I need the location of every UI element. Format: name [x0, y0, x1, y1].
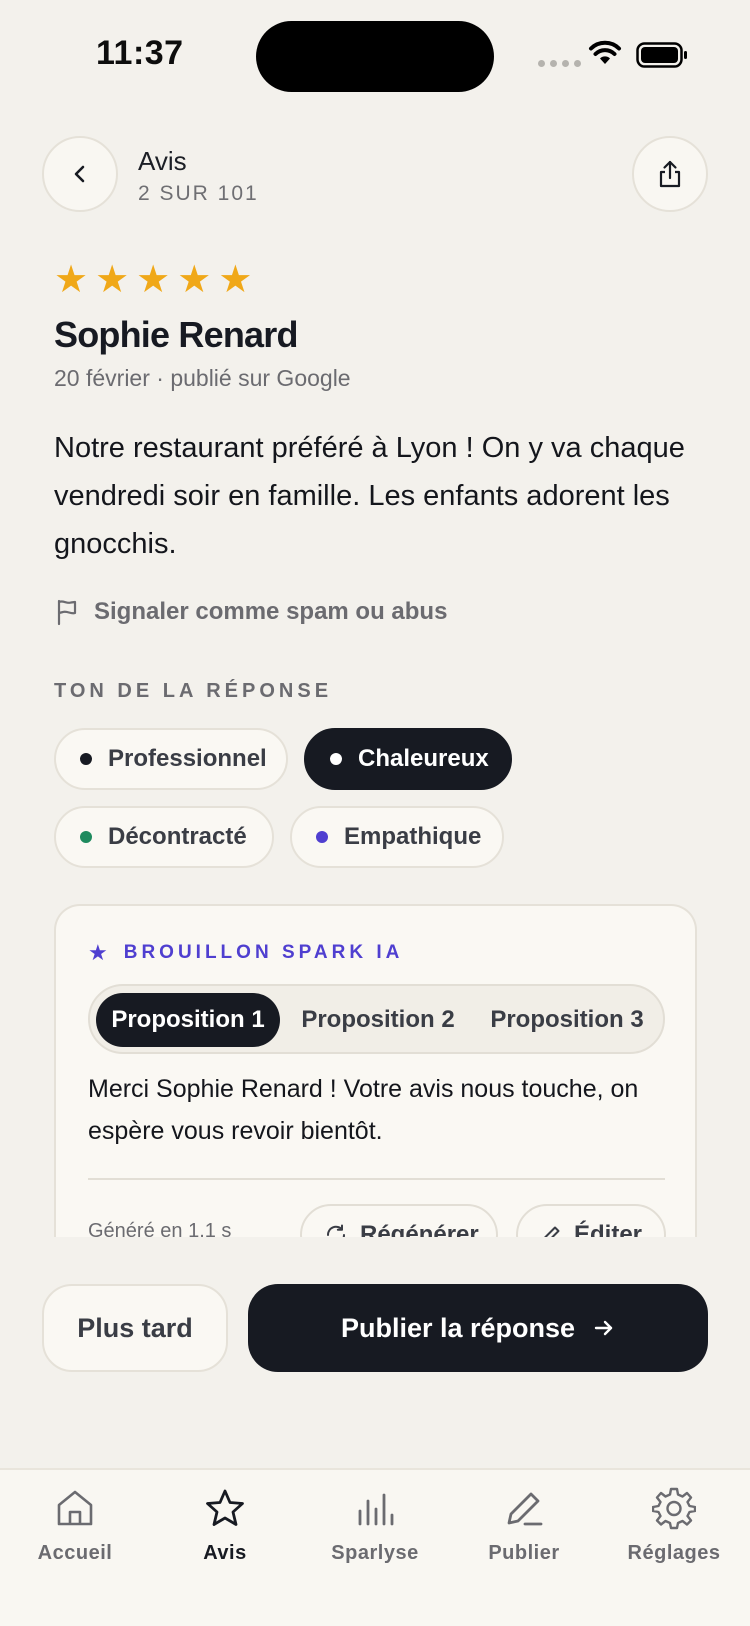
review-position: 2 SUR 101: [138, 182, 259, 205]
bar-chart-icon: [358, 1493, 394, 1526]
tone-pill-decontracte[interactable]: Décontracté: [54, 806, 274, 868]
tab-label: Avis: [203, 1542, 247, 1564]
tab-label: Sparlyse: [331, 1542, 419, 1564]
star-icon: ★: [177, 259, 212, 301]
tab-label: Publier: [488, 1542, 560, 1564]
draft-text[interactable]: Merci Sophie Renard ! Votre avis nous to…: [88, 1068, 668, 1152]
status-bar: 11:37: [0, 0, 750, 110]
star-icon: ★: [95, 259, 130, 301]
share-button[interactable]: [632, 136, 708, 212]
sparkle-star-icon: ★: [88, 940, 112, 965]
review-meta: 20 février · publié sur Google: [54, 365, 351, 391]
tab-label: Accueil: [37, 1542, 113, 1564]
pencil-icon: [507, 1492, 543, 1526]
tone-pill-professionnel[interactable]: Professionnel: [54, 728, 288, 790]
tone-label: Empathique: [344, 823, 482, 850]
review-text: Notre restaurant préféré à Lyon ! On y v…: [54, 432, 685, 560]
tab-bar: Accueil Avis Sparlyse Publier Réglages: [0, 1468, 750, 1626]
flag-icon: [57, 599, 77, 626]
tone-dot: [330, 753, 342, 765]
cellular-signal-icon: [538, 60, 581, 67]
battery-icon: [636, 42, 687, 68]
later-button[interactable]: Plus tard: [42, 1284, 228, 1372]
divider: [88, 1178, 665, 1180]
proposal-tabs: Proposition 1 Proposition 2 Proposition …: [88, 984, 665, 1054]
back-button[interactable]: [42, 136, 118, 212]
tone-label: Professionnel: [108, 745, 267, 772]
wifi-icon: [589, 40, 621, 64]
tone-label: Chaleureux: [358, 745, 489, 772]
share-icon: [659, 160, 681, 188]
star-icon: [206, 1489, 244, 1526]
status-time: 11:37: [96, 34, 184, 72]
tone-pill-empathique[interactable]: Empathique: [290, 806, 504, 868]
chevron-left-icon: [74, 165, 85, 183]
tab-proposition-2[interactable]: Proposition 2: [286, 993, 470, 1047]
report-spam-link[interactable]: Signaler comme spam ou abus: [54, 598, 447, 626]
tab-avis[interactable]: Avis: [160, 1484, 290, 1565]
star-icon: ★: [54, 259, 89, 301]
star-icon: ★: [136, 259, 171, 301]
tone-dot: [80, 831, 92, 843]
dynamic-island: [256, 21, 494, 92]
arrow-right-icon: [594, 1320, 613, 1336]
tone-dot: [80, 753, 92, 765]
star-rating: ★ ★ ★ ★ ★: [54, 260, 252, 300]
gear-icon: [652, 1487, 696, 1530]
tab-proposition-1[interactable]: Proposition 1: [96, 993, 280, 1047]
publish-label: Publier la réponse: [340, 1312, 576, 1343]
tab-accueil[interactable]: Accueil: [10, 1484, 140, 1565]
star-icon: ★: [218, 259, 253, 301]
scroll-fade: [0, 1237, 750, 1287]
tab-sparlyse[interactable]: Sparlyse: [310, 1484, 440, 1565]
tab-proposition-3[interactable]: Proposition 3: [474, 993, 660, 1047]
ai-draft-card: ★ BROUILLON SPARK IA Proposition 1 Propo…: [54, 904, 697, 1264]
tab-label: Réglages: [627, 1542, 721, 1564]
tone-dot: [316, 831, 328, 843]
tab-publier[interactable]: Publier: [459, 1484, 589, 1565]
draft-label: ★ BROUILLON SPARK IA: [88, 940, 403, 966]
home-icon: [57, 1490, 93, 1526]
tone-section-title: TON DE LA RÉPONSE: [54, 680, 333, 702]
tone-pill-chaleureux[interactable]: Chaleureux: [304, 728, 512, 790]
draft-label-text: BROUILLON SPARK IA: [123, 942, 404, 963]
reviewer-name: Sophie Renard: [54, 314, 298, 355]
tab-reglages[interactable]: Réglages: [609, 1484, 739, 1565]
publish-button[interactable]: Publier la réponse: [248, 1284, 708, 1372]
tone-label: Décontracté: [108, 823, 247, 850]
page-title: Avis: [138, 146, 187, 176]
report-label: Signaler comme spam ou abus: [94, 598, 448, 625]
